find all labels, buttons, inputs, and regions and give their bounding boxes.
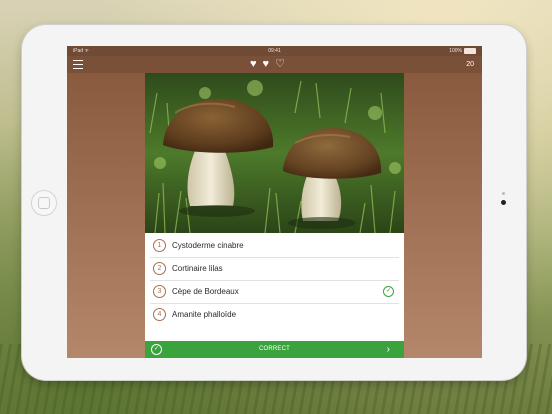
battery-status: 100% [449,46,476,56]
mushroom-photo [145,73,404,233]
answer-option-3[interactable]: 3 Cèpe de Bordeaux ✓ [150,281,399,304]
answer-option-4[interactable]: 4 Amanite phalloïde [150,304,399,326]
check-circle-icon: ✓ [383,286,394,297]
side-panel-right [404,73,482,358]
answer-number: 3 [153,285,166,298]
chevron-right-icon[interactable]: › [387,341,390,358]
lives: ♥ ♥ ♡ [250,58,300,71]
sensor [502,192,505,195]
home-button[interactable] [31,190,57,216]
hamburger-icon[interactable] [73,60,83,69]
app-screen: iPad ᯤ 09:41 100% ♥ ♥ ♡ 20 1 Cystoderme … [67,46,482,358]
answer-option-2[interactable]: 2 Cortinaire lilas [150,258,399,281]
answer-number: 1 [153,239,166,252]
battery-icon [464,47,476,54]
answer-label: Cortinaire lilas [172,264,223,273]
heart-full-icon: ♥ [262,58,270,70]
answer-label: Cystoderme cinabre [172,241,244,250]
battery-percent: 100% [449,48,462,54]
score: 20 [466,61,474,68]
side-panel-left [67,73,145,358]
heart-empty-icon: ♡ [275,58,285,70]
answer-number: 4 [153,308,166,321]
answer-label: Cèpe de Bordeaux [172,287,239,296]
answer-list: 1 Cystoderme cinabre 2 Cortinaire lilas … [145,233,404,341]
answer-number: 2 [153,262,166,275]
heart-full-icon: ♥ [250,58,257,70]
result-bar[interactable]: ✓ CORRECT › [145,341,404,358]
result-label: CORRECT [258,346,291,352]
answer-label: Amanite phalloïde [172,310,237,319]
status-time: 09:41 [268,48,281,54]
answer-option-1[interactable]: 1 Cystoderme cinabre [150,235,399,258]
nav-bar: ♥ ♥ ♡ 20 [67,56,482,73]
status-bar: iPad ᯤ 09:41 100% [67,46,482,56]
camera [501,200,506,205]
